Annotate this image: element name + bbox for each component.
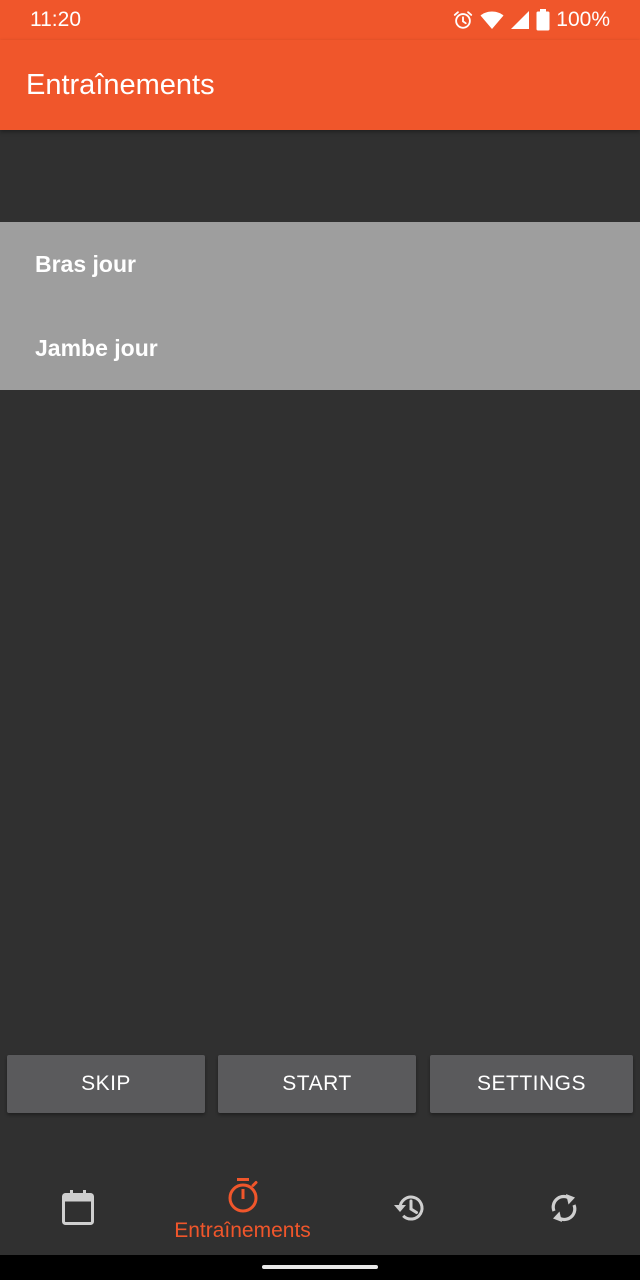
- workout-item-label: Bras jour: [35, 251, 136, 277]
- signal-icon: [510, 10, 530, 30]
- workout-item-jambe-jour[interactable]: Jambe jour: [0, 306, 640, 390]
- battery-icon: [536, 9, 550, 31]
- status-icons: 100%: [452, 8, 610, 32]
- nav-item-label: Entraînements: [174, 1218, 311, 1242]
- battery-percentage: 100%: [556, 8, 610, 31]
- bottom-navigation: Entraînements: [0, 1165, 640, 1255]
- nav-item-calendar[interactable]: [0, 1165, 155, 1255]
- sync-icon: [548, 1191, 580, 1230]
- nav-item-history[interactable]: [330, 1165, 485, 1255]
- app-bar: Entraînements: [0, 40, 640, 130]
- status-time: 11:20: [30, 8, 81, 31]
- wifi-icon: [480, 9, 504, 31]
- timer-icon: [226, 1177, 260, 1219]
- workout-item-label: Jambe jour: [35, 335, 158, 361]
- page-title: Entraînements: [26, 69, 215, 101]
- alarm-icon: [452, 9, 474, 31]
- nav-item-workouts[interactable]: Entraînements: [160, 1165, 325, 1255]
- workout-item-bras-jour[interactable]: Bras jour: [0, 222, 640, 306]
- workout-list: Bras jour Jambe jour: [0, 222, 640, 390]
- status-bar: 11:20 100%: [0, 0, 640, 40]
- gesture-navigation-bar: [0, 1255, 640, 1280]
- skip-button[interactable]: SKIP: [7, 1055, 205, 1113]
- settings-button[interactable]: SETTINGS: [430, 1055, 633, 1113]
- history-icon: [390, 1191, 426, 1230]
- gesture-handle[interactable]: [262, 1265, 378, 1269]
- calendar-icon: [60, 1189, 96, 1232]
- start-button[interactable]: START: [218, 1055, 416, 1113]
- nav-item-sync[interactable]: [488, 1165, 640, 1255]
